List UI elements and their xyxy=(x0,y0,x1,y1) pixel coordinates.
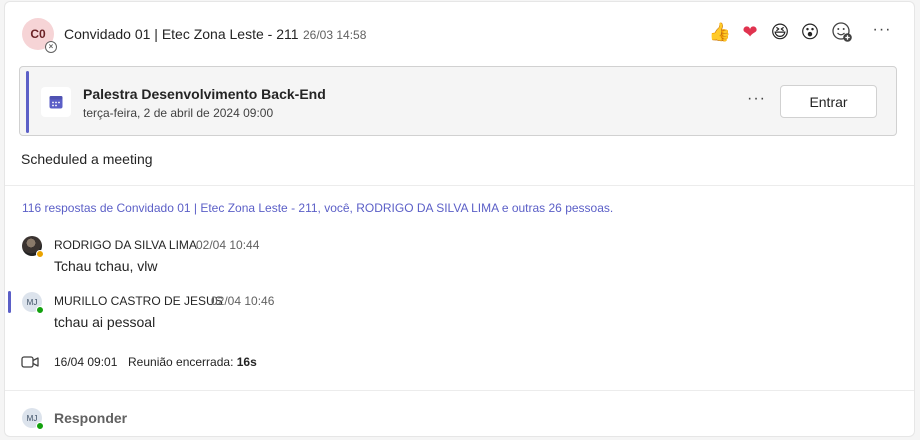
more-options-icon[interactable]: ··· xyxy=(872,21,892,43)
replies-summary-link[interactable]: 116 respostas de Convidado 01 | Etec Zon… xyxy=(22,201,613,215)
reaction-bar: 👍 ❤ 😆 😮 xyxy=(708,20,822,44)
reply-author[interactable]: RODRIGO DA SILVA LIMA xyxy=(54,238,197,252)
avatar[interactable]: MJ xyxy=(22,292,44,314)
meeting-ended-label: Reunião encerrada: xyxy=(128,355,234,369)
divider xyxy=(5,390,914,391)
heart-reaction-icon[interactable]: ❤ xyxy=(738,20,762,44)
reply-text: Tchau tchau, vlw xyxy=(54,258,158,274)
avatar-initials: MJ xyxy=(26,297,38,307)
blocked-status-icon: × xyxy=(45,41,57,53)
meeting-title: Palestra Desenvolvimento Back-End xyxy=(83,86,326,102)
surprised-reaction-icon[interactable]: 😮 xyxy=(798,20,822,44)
meeting-ended-info: Reunião encerrada: 16s xyxy=(128,355,257,369)
avatar-initials: MJ xyxy=(26,413,38,423)
calendar-icon xyxy=(41,87,71,117)
avatar: MJ xyxy=(22,408,44,430)
unread-indicator xyxy=(8,291,11,313)
laugh-reaction-icon[interactable]: 😆 xyxy=(768,20,792,44)
like-reaction-icon[interactable]: 👍 xyxy=(708,20,732,44)
reply-text: tchau ai pessoal xyxy=(54,314,156,330)
meeting-duration: 16s xyxy=(236,355,257,369)
divider xyxy=(5,185,914,186)
add-reaction-icon[interactable] xyxy=(831,21,853,43)
avatar[interactable] xyxy=(22,236,44,258)
online-status-icon xyxy=(36,422,44,430)
message-timestamp: 26/03 14:58 xyxy=(303,28,367,42)
online-status-icon xyxy=(36,306,44,314)
avatar-initials: C0 xyxy=(30,27,46,41)
reply-button[interactable]: Responder xyxy=(54,410,127,426)
meeting-ended-date: 16/04 09:01 xyxy=(54,355,118,369)
join-meeting-button[interactable]: Entrar xyxy=(780,85,877,118)
video-camera-icon xyxy=(21,356,39,368)
away-status-icon xyxy=(36,250,44,258)
reply-author[interactable]: MURILLO CASTRO DE JESUS xyxy=(54,294,223,308)
meeting-accent-bar xyxy=(26,71,29,133)
meeting-date: terça-feira, 2 de abril de 2024 09:00 xyxy=(83,106,274,120)
message-card: C0 × Convidado 01 | Etec Zona Leste - 21… xyxy=(4,1,915,437)
reply-timestamp: 02/04 10:46 xyxy=(211,294,275,308)
meeting-card[interactable]: Palestra Desenvolvimento Back-End terça-… xyxy=(19,66,897,136)
sender-avatar[interactable]: C0 × xyxy=(22,18,57,53)
meeting-more-options-icon[interactable]: ··· xyxy=(747,90,766,108)
message-text: Scheduled a meeting xyxy=(21,151,153,167)
sender-name[interactable]: Convidado 01 | Etec Zona Leste - 211 xyxy=(64,26,299,42)
reply-timestamp: 02/04 10:44 xyxy=(196,238,260,252)
